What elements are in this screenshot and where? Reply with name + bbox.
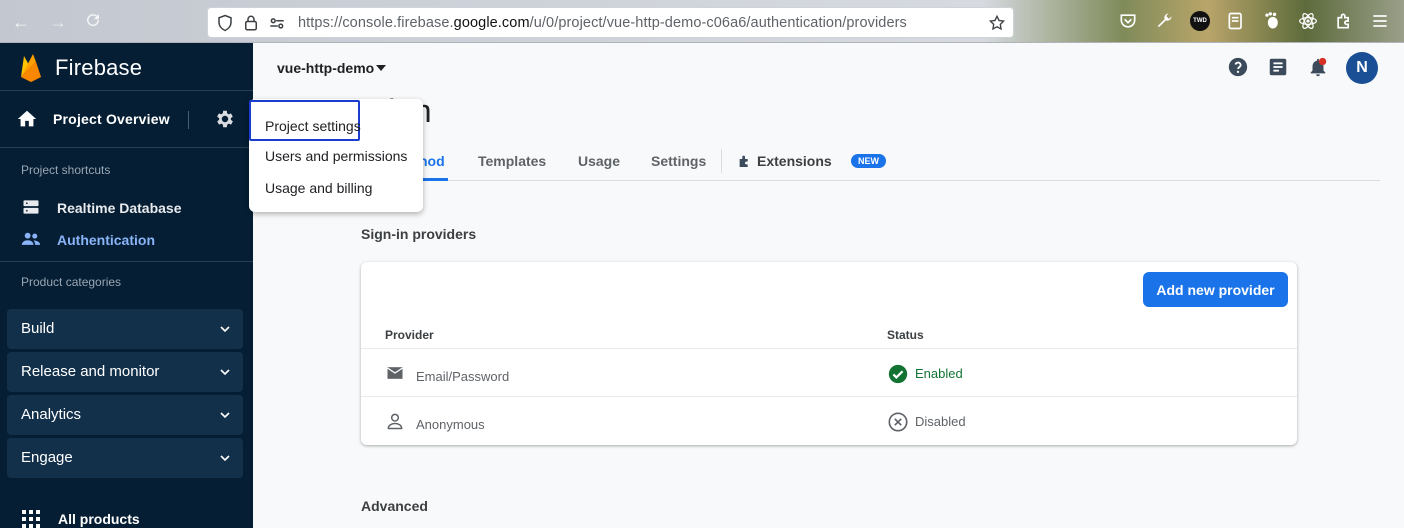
project-shortcuts-label: Project shortcuts xyxy=(21,163,111,177)
chevron-down-icon xyxy=(220,412,230,419)
table-row[interactable]: Anonymous Disabled xyxy=(361,396,1297,444)
react-atom-icon[interactable] xyxy=(1298,11,1318,31)
help-icon[interactable] xyxy=(1227,56,1249,78)
browser-toolbar: ← → https://console.firebase.google.com/… xyxy=(0,0,1404,43)
check-circle-icon xyxy=(888,364,908,384)
shield-icon[interactable] xyxy=(216,14,234,32)
reload-icon[interactable] xyxy=(82,11,104,33)
divider xyxy=(721,149,722,173)
url-text: https://console.firebase.google.com/u/0/… xyxy=(298,15,907,31)
category-build[interactable]: Build xyxy=(7,309,243,349)
twd-extension-icon[interactable]: TWD xyxy=(1190,11,1210,31)
menu-item-label: Usage and billing xyxy=(265,180,373,196)
person-icon xyxy=(387,413,403,430)
add-new-provider-button[interactable]: Add new provider xyxy=(1143,272,1288,307)
advanced-heading: Advanced xyxy=(361,498,428,514)
main-content: vue-http-demo N ation hod Templates Usag… xyxy=(253,43,1404,528)
divider xyxy=(188,111,189,129)
chevron-down-icon xyxy=(220,455,230,462)
lock-icon[interactable] xyxy=(242,14,260,32)
brand-name[interactable]: Firebase xyxy=(55,55,142,81)
cancel-circle-icon xyxy=(888,412,908,432)
status-badge: Disabled xyxy=(915,414,966,429)
caret-down-icon[interactable] xyxy=(376,64,386,72)
project-selector[interactable]: vue-http-demo xyxy=(277,60,374,76)
back-arrow-icon[interactable]: ← xyxy=(10,11,32,33)
tab-settings[interactable]: Settings xyxy=(651,153,706,169)
category-release-and-monitor[interactable]: Release and monitor xyxy=(7,352,243,392)
category-label: Analytics xyxy=(21,406,82,423)
extensions-puzzle-icon[interactable] xyxy=(1334,11,1354,31)
all-products-link[interactable]: All products xyxy=(58,511,140,527)
project-settings-menu: Project settings Users and permissions U… xyxy=(249,99,423,212)
apps-grid-icon[interactable] xyxy=(21,509,41,528)
tab-templates[interactable]: Templates xyxy=(478,153,546,169)
bookmark-star-icon[interactable] xyxy=(988,14,1006,32)
product-categories-label: Product categories xyxy=(21,275,122,289)
tab-usage[interactable]: Usage xyxy=(578,153,620,169)
hamburger-menu-icon[interactable] xyxy=(1370,11,1390,31)
avatar[interactable]: N xyxy=(1346,52,1378,84)
menu-item-users-and-permissions[interactable]: Users and permissions xyxy=(249,141,423,173)
pocket-icon[interactable] xyxy=(1118,11,1138,31)
menu-item-project-settings[interactable]: Project settings xyxy=(249,100,361,141)
tab-extensions[interactable]: Extensions xyxy=(757,153,832,169)
notifications-bell-icon[interactable] xyxy=(1307,56,1329,78)
firebase-logo-icon[interactable] xyxy=(20,53,42,83)
notes-icon[interactable] xyxy=(1226,11,1246,31)
gnome-foot-icon[interactable] xyxy=(1262,11,1282,31)
extensions-icon xyxy=(739,155,748,167)
provider-column-header: Provider xyxy=(385,328,434,342)
status-badge: Enabled xyxy=(915,366,963,381)
menu-item-usage-and-billing[interactable]: Usage and billing xyxy=(249,173,423,205)
divider xyxy=(0,147,253,148)
chevron-down-icon xyxy=(220,326,230,333)
gear-icon[interactable] xyxy=(214,108,236,130)
table-row[interactable]: Email/Password Enabled xyxy=(361,348,1297,396)
sidebar-item-realtime-database[interactable]: Realtime Database xyxy=(57,200,182,216)
category-engage[interactable]: Engage xyxy=(7,438,243,478)
database-icon xyxy=(21,197,41,217)
new-badge: NEW xyxy=(851,154,886,168)
status-column-header: Status xyxy=(887,328,924,342)
wrench-icon[interactable] xyxy=(1154,11,1174,31)
provider-name: Anonymous xyxy=(416,417,485,432)
release-notes-icon[interactable] xyxy=(1267,56,1289,78)
category-label: Build xyxy=(21,320,55,337)
menu-item-label: Users and permissions xyxy=(265,148,408,164)
tab-bar: hod Templates Usage Settings Extensions … xyxy=(361,149,1380,181)
divider xyxy=(0,261,253,262)
people-icon xyxy=(21,229,41,249)
sidebar: Firebase Project Overview Project shortc… xyxy=(0,43,253,528)
menu-item-label: Project settings xyxy=(265,118,361,134)
forward-arrow-icon[interactable]: → xyxy=(47,11,69,33)
permissions-icon[interactable] xyxy=(268,14,286,32)
email-icon xyxy=(387,367,403,379)
chevron-down-icon xyxy=(220,369,230,376)
category-label: Engage xyxy=(21,449,73,466)
home-icon[interactable] xyxy=(16,107,38,131)
sign-in-providers-heading: Sign-in providers xyxy=(361,226,477,242)
sidebar-item-authentication[interactable]: Authentication xyxy=(57,232,155,248)
category-analytics[interactable]: Analytics xyxy=(7,395,243,435)
divider xyxy=(0,90,253,91)
address-bar[interactable]: https://console.firebase.google.com/u/0/… xyxy=(207,7,1014,38)
category-label: Release and monitor xyxy=(21,363,160,380)
provider-name: Email/Password xyxy=(416,369,510,384)
project-overview-link[interactable]: Project Overview xyxy=(53,111,170,127)
providers-card: Add new provider Provider Status Email/P… xyxy=(361,262,1297,445)
